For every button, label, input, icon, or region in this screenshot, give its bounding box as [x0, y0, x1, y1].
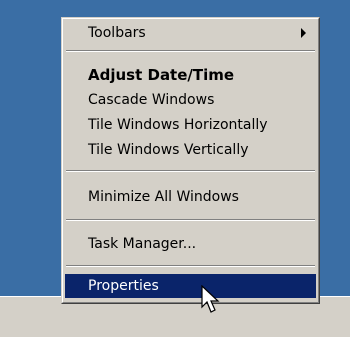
- menu-item-toolbars[interactable]: Toolbars: [65, 21, 316, 45]
- menu-item-tile-horizontally[interactable]: Tile Windows Horizontally: [65, 113, 316, 137]
- menu-item-adjust-date-time[interactable]: Adjust Date/Time: [65, 63, 316, 87]
- menu-item-properties[interactable]: Properties: [65, 274, 316, 298]
- context-menu-frame: Toolbars Adjust Date/Time Cascade Window…: [62, 18, 319, 303]
- menu-item-label: Task Manager...: [88, 236, 197, 252]
- menu-item-label: Toolbars: [88, 25, 146, 41]
- menu-item-minimize-all[interactable]: Minimize All Windows: [65, 185, 316, 209]
- menu-item-task-manager[interactable]: Task Manager...: [65, 232, 316, 256]
- right-arrow-icon: [301, 28, 306, 38]
- mouse-cursor-icon: [201, 285, 220, 313]
- menu-item-tile-vertically[interactable]: Tile Windows Vertically: [65, 138, 316, 162]
- taskbar-context-menu: Toolbars Adjust Date/Time Cascade Window…: [61, 17, 320, 304]
- menu-separator: [66, 219, 315, 221]
- menu-item-label: Tile Windows Vertically: [88, 142, 249, 158]
- menu-item-label: Minimize All Windows: [88, 189, 239, 205]
- menu-separator: [66, 170, 315, 172]
- menu-item-label: Tile Windows Horizontally: [88, 117, 268, 133]
- menu-item-label: Cascade Windows: [88, 92, 215, 108]
- menu-separator: [66, 50, 315, 52]
- menu-item-label: Properties: [88, 278, 159, 294]
- menu-item-label: Adjust Date/Time: [88, 66, 235, 84]
- menu-separator: [66, 265, 315, 267]
- menu-item-cascade-windows[interactable]: Cascade Windows: [65, 88, 316, 112]
